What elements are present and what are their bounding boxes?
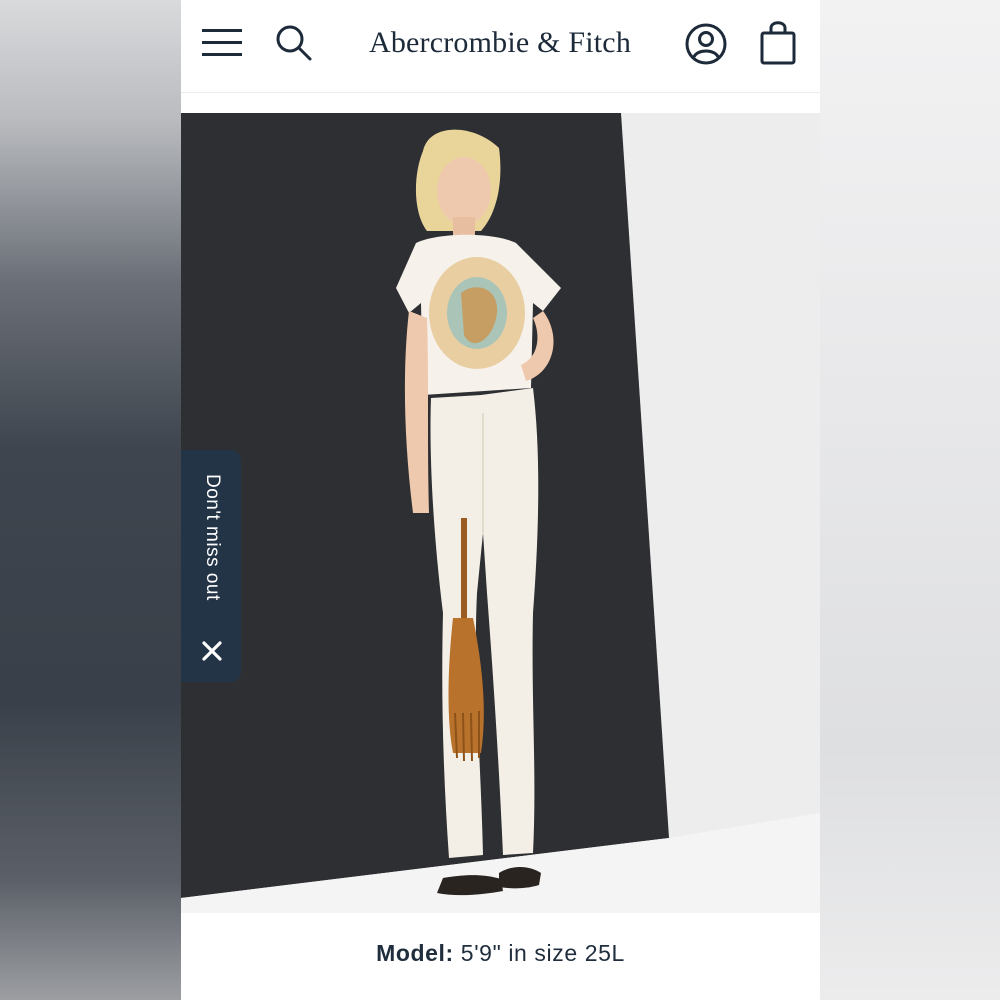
promo-tab-label[interactable]: Don't miss out	[199, 474, 223, 601]
menu-icon[interactable]	[201, 26, 243, 60]
site-header: Abercrombie & Fitch	[181, 0, 820, 93]
product-image[interactable]	[181, 113, 820, 913]
model-label: Model:	[376, 940, 454, 966]
blurred-background-left	[0, 0, 181, 1000]
dont-miss-out-tab[interactable]: Don't miss out	[181, 450, 241, 682]
close-icon[interactable]	[201, 640, 223, 662]
account-icon[interactable]	[684, 22, 728, 66]
brand-logo[interactable]: Abercrombie & Fitch	[331, 26, 669, 60]
blurred-background-right	[820, 0, 1000, 1000]
model-size-value: 5'9" in size 25L	[460, 940, 625, 966]
model-size-caption: Model: 5'9" in size 25L	[181, 940, 820, 967]
mobile-page: Abercrombie & Fitch Don't miss out Model…	[181, 0, 820, 1000]
search-icon[interactable]	[275, 24, 313, 62]
shopping-bag-icon[interactable]	[759, 20, 797, 66]
